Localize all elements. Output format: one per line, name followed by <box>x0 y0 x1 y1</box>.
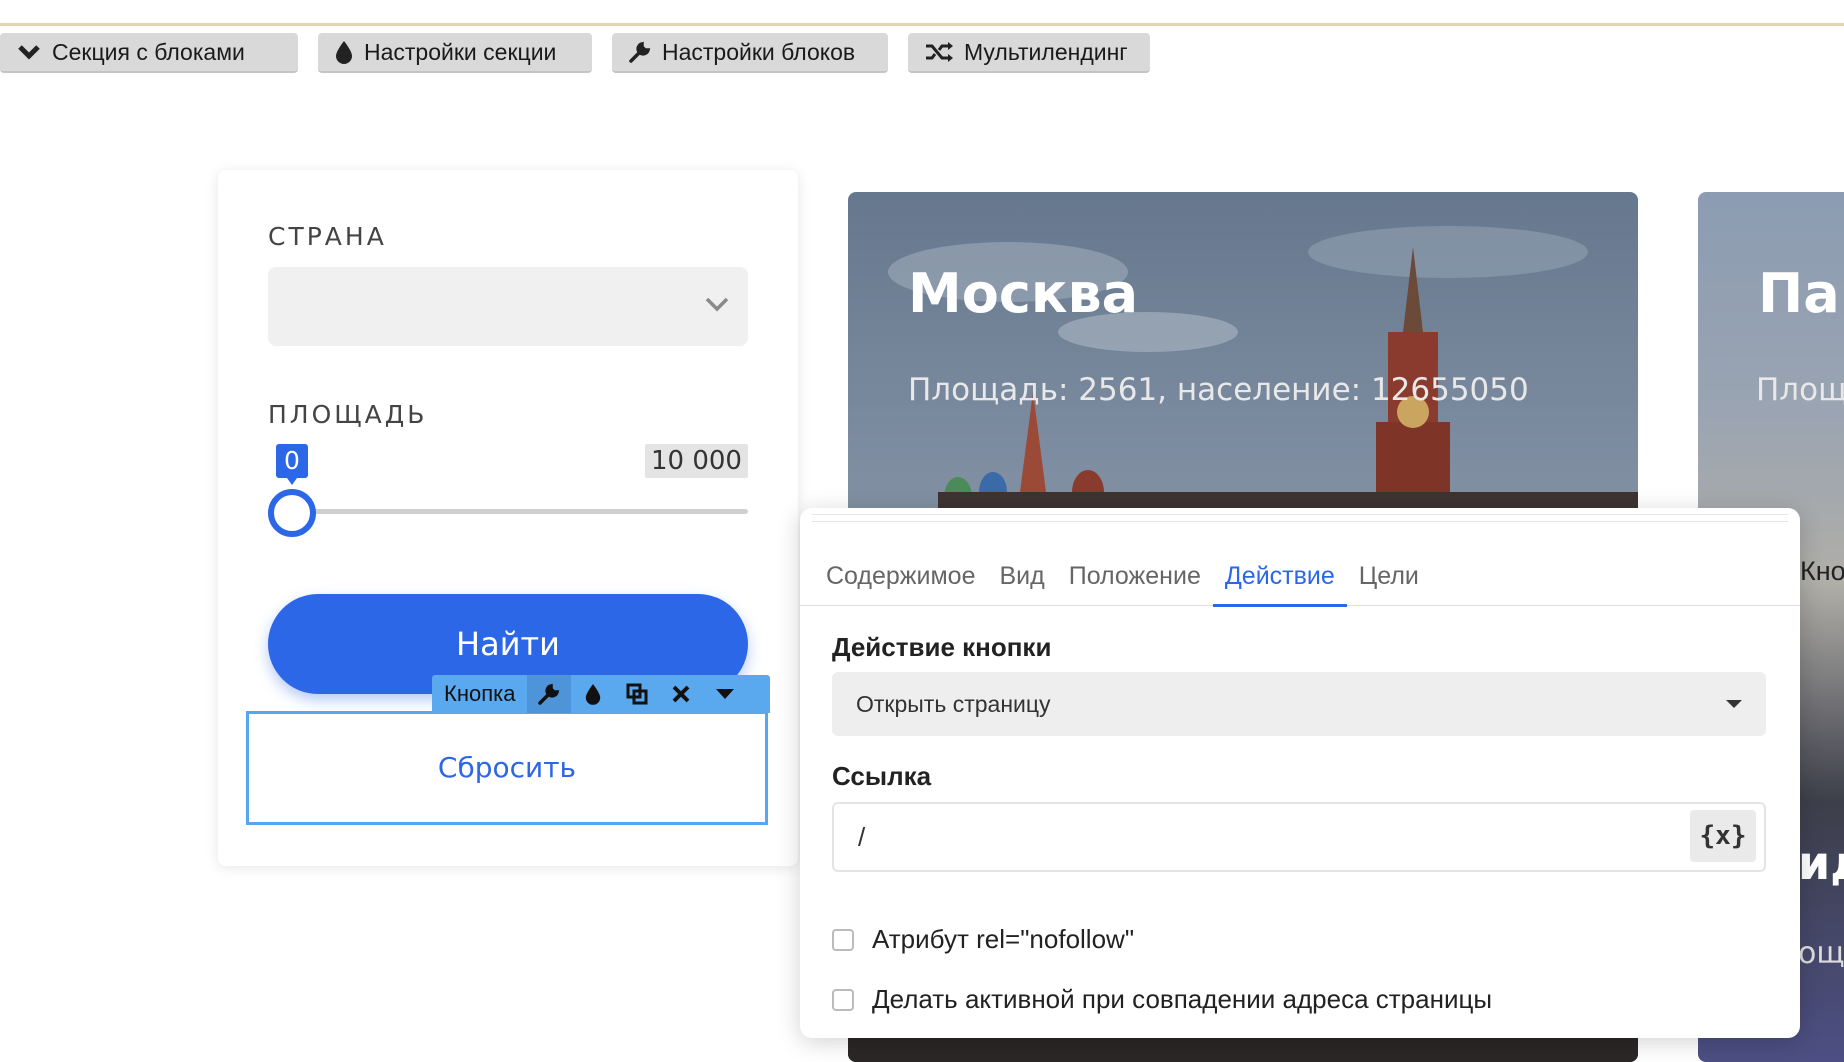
range-min-value: 0 <box>276 444 308 485</box>
city-title: Москва <box>908 262 1139 325</box>
active-match-checkbox-row[interactable]: Делать активной при совпадении адреса ст… <box>832 984 1492 1015</box>
nofollow-checkbox[interactable] <box>832 928 854 951</box>
range-track[interactable] <box>268 509 748 514</box>
link-input[interactable]: / {x} <box>832 802 1766 872</box>
tab-goals[interactable]: Цели <box>1347 546 1431 605</box>
top-strip <box>0 0 1844 26</box>
nofollow-checkbox-label: Атрибут rel="nofollow" <box>872 924 1135 954</box>
section-settings-label: Настройки секции <box>364 38 557 65</box>
multilanding-label: Мультилендинг <box>964 38 1128 65</box>
tab-action[interactable]: Действие <box>1212 546 1347 607</box>
panel-drag-handle[interactable] <box>812 514 1788 522</box>
drop-icon <box>334 39 354 65</box>
chevron-down-icon <box>16 42 42 62</box>
element-toolbar-label: Кнопка <box>444 681 516 706</box>
block-settings-label: Настройки блоков <box>662 38 856 65</box>
settings-panel: Содержимое Вид Положение Действие Цели Д… <box>800 508 1800 1038</box>
caret-down-icon[interactable] <box>703 675 747 713</box>
filter-card: СТРАНА ПЛОЩАДЬ 0 10 000 Найти Сбросить <box>218 170 798 866</box>
chevron-down-icon <box>704 295 730 318</box>
action-select[interactable]: Открыть страницу <box>832 672 1766 736</box>
tab-position[interactable]: Положение <box>1057 546 1213 605</box>
insert-variable-button[interactable]: {x} <box>1690 810 1756 862</box>
range-max-value: 10 000 <box>645 444 748 478</box>
reset-button[interactable]: Сбросить <box>246 711 768 825</box>
multilanding-button[interactable]: Мультилендинг <box>908 33 1150 73</box>
link-label: Ссылка <box>832 761 932 791</box>
section-blocks-button[interactable]: Секция с блоками <box>0 33 298 73</box>
partial-card-subtitle: ощ <box>1798 936 1844 971</box>
tab-view[interactable]: Вид <box>988 546 1057 605</box>
city-title: Пар <box>1758 262 1844 325</box>
section-settings-button[interactable]: Настройки секции <box>318 33 592 73</box>
partial-card-title: ид <box>1798 836 1844 890</box>
city-subtitle: Площадь: 2561, население: 12655050 <box>908 372 1529 408</box>
block-settings-button[interactable]: Настройки блоков <box>612 33 888 73</box>
partial-button-label: Кно <box>1800 556 1844 586</box>
shuffle-icon <box>924 41 954 63</box>
area-label: ПЛОЩАДЬ <box>268 400 428 429</box>
country-label: СТРАНА <box>268 222 387 251</box>
wrench-icon <box>628 40 652 64</box>
caret-down-icon <box>1726 700 1742 708</box>
panel-tabs: Содержимое Вид Положение Действие Цели <box>800 546 1800 607</box>
element-toolbar: Кнопка <box>432 675 770 713</box>
close-icon[interactable] <box>659 675 703 713</box>
country-select[interactable] <box>268 267 748 346</box>
duplicate-icon[interactable] <box>615 675 659 713</box>
drop-icon[interactable] <box>571 675 615 713</box>
action-label: Действие кнопки <box>832 632 1052 662</box>
city-subtitle: Площ <box>1756 372 1844 408</box>
link-input-value: / <box>858 822 866 852</box>
active-match-checkbox[interactable] <box>832 988 854 1011</box>
active-match-checkbox-label: Делать активной при совпадении адреса ст… <box>872 984 1493 1014</box>
action-select-value: Открыть страницу <box>856 691 1051 717</box>
tab-content[interactable]: Содержимое <box>814 546 988 605</box>
section-blocks-label: Секция с блоками <box>52 38 245 65</box>
wrench-icon[interactable] <box>527 675 572 713</box>
range-thumb[interactable] <box>268 489 316 537</box>
nofollow-checkbox-row[interactable]: Атрибут rel="nofollow" <box>832 924 1134 955</box>
